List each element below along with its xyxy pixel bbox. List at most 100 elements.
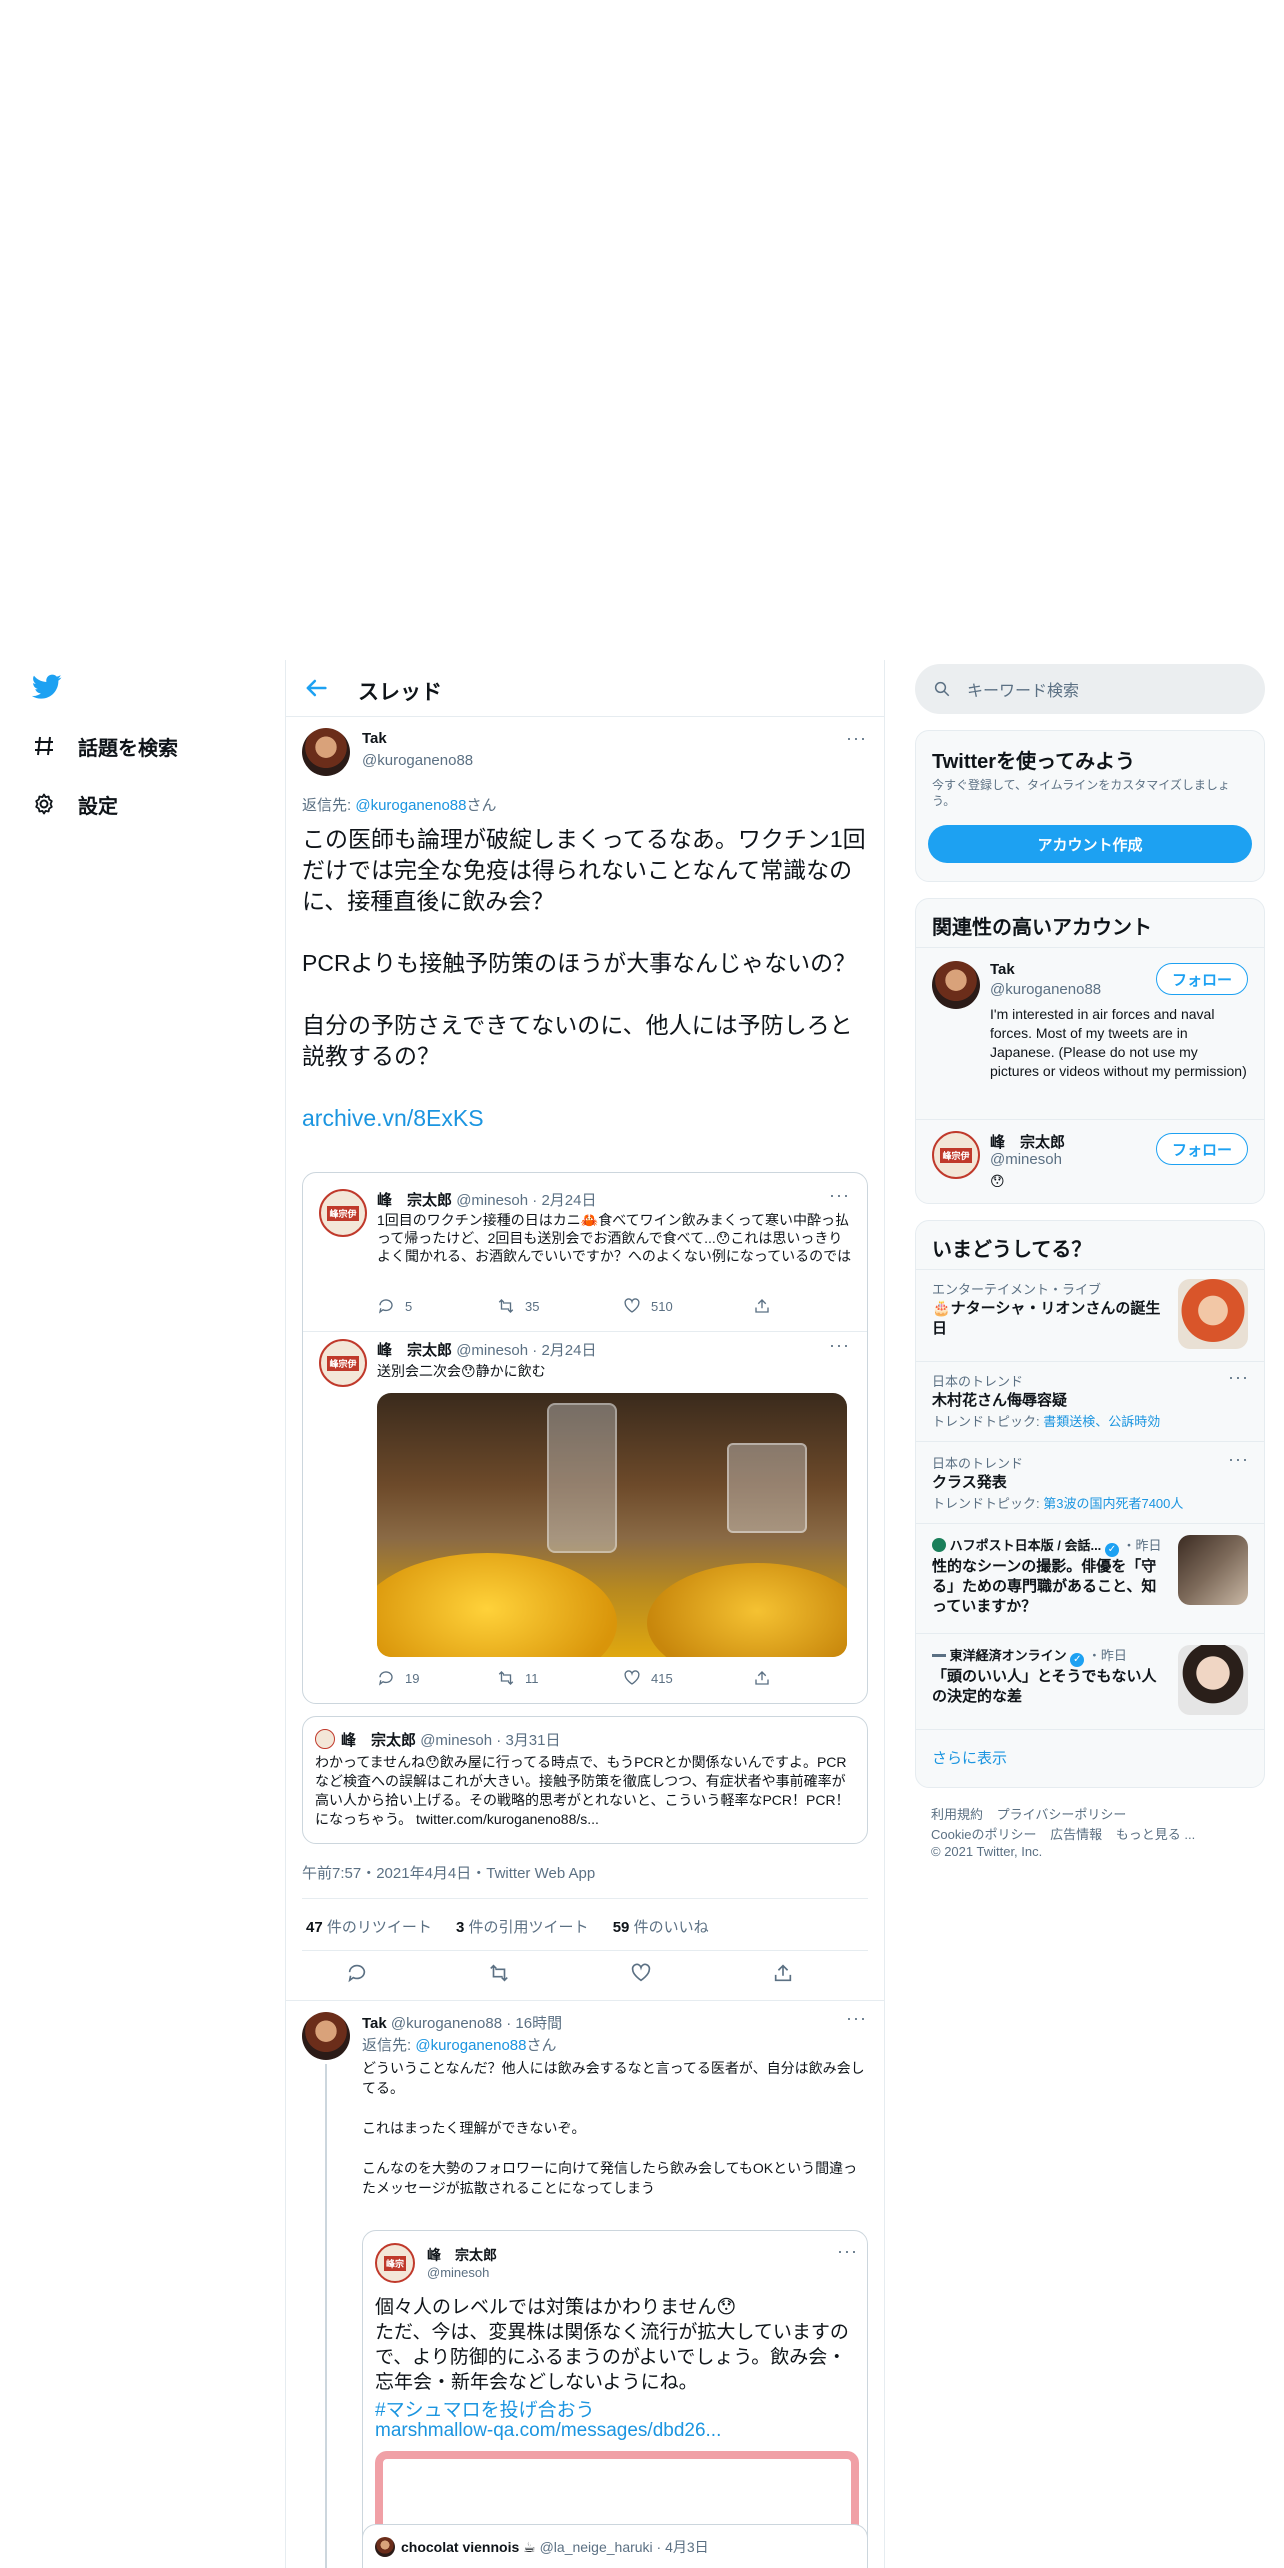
trend-title: 木村花さん侮辱容疑 bbox=[932, 1392, 1068, 1409]
news-source: ハフポスト日本版 / 会話... ✓ ・昨日 bbox=[932, 1535, 1162, 1557]
privacy-link[interactable]: プライバシーポリシー bbox=[997, 1807, 1127, 1822]
nav-explore[interactable]: 話題を検索 bbox=[30, 724, 178, 768]
reply-suffix: さん bbox=[526, 2037, 557, 2054]
create-account-button[interactable]: アカウント作成 bbox=[928, 825, 1252, 863]
more-options-icon[interactable]: ··· bbox=[829, 1335, 850, 1356]
quotes-stat[interactable]: 3 件の引用ツイート bbox=[456, 1919, 589, 1936]
verified-badge-icon: ✓ bbox=[1070, 1653, 1085, 1667]
news-thumbnail bbox=[1178, 1645, 1248, 1715]
avatar[interactable] bbox=[375, 2537, 395, 2557]
author-handle[interactable]: @kuroganeno88 bbox=[362, 752, 473, 769]
avatar[interactable] bbox=[932, 961, 980, 1009]
reply-button[interactable] bbox=[346, 1962, 488, 1984]
drinks-photo[interactable] bbox=[377, 1393, 847, 1657]
more-link[interactable]: もっと見る ... bbox=[1116, 1827, 1195, 1842]
news-source: 東洋経済オンライン ✓ ・昨日 bbox=[932, 1645, 1127, 1667]
like-button[interactable]: 415 bbox=[623, 1669, 753, 1687]
more-options-icon[interactable]: ··· bbox=[1228, 1449, 1249, 1470]
reply-prefix: 返信先: bbox=[302, 797, 356, 814]
share-button[interactable] bbox=[772, 1962, 794, 1984]
heart-icon bbox=[624, 1298, 640, 1313]
quoted-tweet-card[interactable]: 峰 宗太郎 @minesoh · 3月31日 わかってませんね😯飲み屋に行ってる… bbox=[302, 1716, 868, 1844]
account-name[interactable]: Tak bbox=[990, 961, 1015, 978]
author-name[interactable]: Tak bbox=[362, 730, 387, 747]
share-button[interactable] bbox=[753, 1669, 771, 1687]
avatar[interactable] bbox=[302, 2012, 350, 2060]
quoted-author-name: 峰 宗太郎 bbox=[341, 1732, 417, 1749]
marshmallow-link[interactable]: marshmallow-qa.com/messages/dbd26... bbox=[375, 2420, 721, 2442]
more-options-icon[interactable]: ··· bbox=[829, 1185, 850, 1206]
reply-author-meta: @kuroganeno88 · 16時間 bbox=[390, 2015, 563, 2032]
back-arrow-icon[interactable] bbox=[302, 674, 330, 702]
news-thumbnail bbox=[1178, 1535, 1248, 1605]
avatar[interactable] bbox=[302, 728, 350, 776]
retweet-button[interactable]: 11 bbox=[497, 1669, 623, 1687]
avatar[interactable]: 峰宗伊 bbox=[319, 1189, 367, 1237]
likes-stat[interactable]: 59 件のいいね bbox=[613, 1919, 709, 1936]
reply-suffix: さん bbox=[466, 797, 497, 814]
retweet-icon bbox=[498, 1671, 514, 1685]
more-options-icon[interactable]: ··· bbox=[837, 2241, 858, 2262]
trend-topic-link[interactable]: 第3波の国内死者7400人 bbox=[1043, 1496, 1183, 1511]
avatar[interactable]: 峰宗 bbox=[375, 2243, 415, 2283]
avatar[interactable] bbox=[315, 1729, 335, 1749]
page-title: スレッド bbox=[358, 681, 442, 704]
archive-link[interactable]: archive.vn/8ExKS bbox=[302, 1105, 484, 1131]
thread-column: スレッド Tak @kuroganeno88 ··· 返信先: @kurogan… bbox=[285, 660, 885, 2568]
quoted-author[interactable]: 峰 宗太郎 @minesoh · 2月24日 bbox=[377, 1189, 596, 1210]
terms-link[interactable]: 利用規約 bbox=[931, 1807, 983, 1822]
next-quoted-author-meta: @la_neige_haruki · 4月3日 bbox=[539, 2539, 709, 2555]
trend-topic-link[interactable]: 書類送検、公訴時効 bbox=[1043, 1414, 1160, 1429]
quoted-author[interactable]: 峰 宗太郎 @minesoh · 2月24日 bbox=[377, 1339, 596, 1360]
avatar[interactable]: 峰宗伊 bbox=[319, 1339, 367, 1387]
next-quoted-card[interactable]: chocolat viennois ☕ @la_neige_haruki · 4… bbox=[362, 2524, 868, 2568]
like-button[interactable]: 510 bbox=[623, 1297, 753, 1315]
more-options-icon[interactable]: ··· bbox=[846, 2008, 867, 2029]
tweet-text: この医師も論理が破綻しまくってるなあ。ワクチン1回だけでは完全な免疫は得られない… bbox=[302, 824, 866, 1134]
heart-icon bbox=[624, 1670, 640, 1685]
follow-button[interactable]: フォロー bbox=[1156, 1133, 1248, 1165]
verified-badge-icon: ✓ bbox=[1104, 1543, 1119, 1557]
share-icon bbox=[755, 1299, 769, 1313]
reply-button[interactable]: 19 bbox=[377, 1669, 497, 1687]
follow-button[interactable]: フォロー bbox=[1156, 963, 1248, 995]
share-button[interactable] bbox=[753, 1297, 771, 1315]
quoted-author-name: 峰 宗太郎 bbox=[427, 2247, 497, 2263]
tweet-timestamp[interactable]: 午前7:57・2021年4月4日・Twitter Web App bbox=[302, 1862, 595, 1883]
cookie-link[interactable]: Cookieのポリシー bbox=[931, 1827, 1036, 1842]
trend-topic-label: トレンドトピック: bbox=[932, 1414, 1044, 1429]
embedded-thread-card[interactable]: 峰宗伊 峰 宗太郎 @minesoh · 2月24日 ··· 1回目のワクチン接… bbox=[302, 1172, 868, 1704]
reply-to-link[interactable]: @kuroganeno88 bbox=[355, 797, 466, 814]
quoted-text: 1回目のワクチン接種の日はカニ🦀食べてワイン飲みまくって寒い中酔っ払って帰ったけ… bbox=[377, 1212, 852, 1264]
trend-category: 日本のトレンド bbox=[932, 1456, 1024, 1471]
show-more-link[interactable]: さらに表示 bbox=[932, 1747, 1007, 1768]
retweets-stat[interactable]: 47 件のリツイート bbox=[306, 1919, 432, 1936]
ads-info-link[interactable]: 広告情報 bbox=[1050, 1827, 1102, 1842]
nav-settings-label: 設定 bbox=[78, 795, 118, 818]
reply-quoted-card[interactable]: 峰宗 峰 宗太郎 @minesoh ··· 個々人のレベルでは対策はかわりません… bbox=[362, 2230, 868, 2550]
more-options-icon[interactable]: ··· bbox=[1228, 1367, 1249, 1388]
reply-icon bbox=[378, 1299, 393, 1314]
like-button[interactable] bbox=[630, 1962, 772, 1984]
search-box[interactable]: キーワード検索 bbox=[915, 664, 1265, 714]
reply-author[interactable]: Tak @kuroganeno88 · 16時間 bbox=[362, 2012, 562, 2033]
reply-to-link[interactable]: @kuroganeno88 bbox=[415, 2037, 526, 2054]
nav-settings[interactable]: 設定 bbox=[30, 782, 118, 826]
more-options-icon[interactable]: ··· bbox=[846, 728, 867, 749]
quoted-text: 個々人のレベルでは対策はかわりません😯 ただ、今は、変異株は関係なく流行が拡大し… bbox=[375, 2297, 849, 2393]
retweet-button[interactable] bbox=[488, 1962, 630, 1984]
retweet-button[interactable]: 35 bbox=[497, 1297, 623, 1315]
share-icon bbox=[774, 1964, 792, 1982]
account-handle[interactable]: @minesoh bbox=[990, 1151, 1062, 1168]
like-count: 510 bbox=[651, 1298, 673, 1314]
avatar[interactable]: 峰宗伊 bbox=[932, 1131, 980, 1179]
account-name[interactable]: 峰 宗太郎 bbox=[990, 1131, 1065, 1152]
twitter-logo-icon[interactable] bbox=[32, 674, 62, 700]
reply-icon bbox=[378, 1671, 393, 1686]
reply-button[interactable]: 5 bbox=[377, 1297, 497, 1315]
likes-count: 59 bbox=[612, 1919, 630, 1936]
quoted-author-handle: @minesoh · 2月24日 bbox=[456, 1192, 597, 1209]
tweet-paragraph: この医師も論理が破綻しまくってるなあ。ワクチン1回だけでは完全な免疫は得られない… bbox=[302, 826, 866, 914]
hashtag-link[interactable]: #マシュマロを投げ合おう bbox=[375, 2395, 595, 2422]
account-handle[interactable]: @kuroganeno88 bbox=[990, 981, 1101, 998]
